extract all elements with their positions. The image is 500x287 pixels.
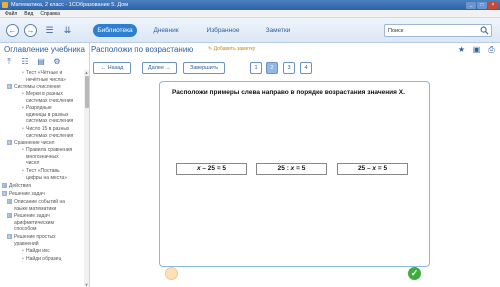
expression-card[interactable]: 25 : x = 5 bbox=[256, 163, 327, 175]
sidebar-heading: Оглавление учебника bbox=[4, 45, 85, 54]
contents-list-icon[interactable]: ☰ bbox=[44, 25, 55, 36]
print-icon[interactable]: ⎙ bbox=[487, 45, 496, 54]
task-instruction: Расположи примеры слева направо в порядк… bbox=[172, 89, 405, 96]
tab-favorites[interactable]: Избранное bbox=[201, 24, 245, 37]
note-icon: ✎ bbox=[208, 46, 213, 52]
tree-item[interactable]: ⊟ Решение задач bbox=[2, 191, 45, 198]
checkmark-icon: ✓ bbox=[410, 268, 419, 278]
page-button-2[interactable]: 2 bbox=[266, 62, 278, 74]
close-button[interactable]: × bbox=[488, 1, 498, 9]
contents-tree: • Тест «Чётные и нечётные числа» ⊟ Системы… bbox=[0, 70, 84, 287]
star-icon[interactable]: ★ bbox=[457, 45, 466, 54]
expand-icon[interactable]: ⊞ bbox=[7, 213, 12, 219]
collapse-icon[interactable]: ⊟ bbox=[7, 234, 12, 240]
tree-item[interactable]: • Найди образец bbox=[22, 256, 61, 263]
scroll-up-icon[interactable]: ▲ bbox=[84, 70, 89, 75]
search-box bbox=[384, 24, 492, 37]
right-arrow-icon: → bbox=[26, 26, 35, 35]
sidebar-scrollbar[interactable]: ▲ ▼ bbox=[84, 70, 89, 287]
tree-item[interactable]: ⊞ Действия bbox=[2, 183, 31, 190]
tree-item[interactable]: ⊟ Системы счисления bbox=[7, 84, 61, 91]
tree-item[interactable]: нечётные числа» bbox=[26, 77, 66, 84]
tree-item[interactable]: системах счисления bbox=[26, 118, 73, 125]
page-title: Расположи по возрастанию bbox=[91, 45, 194, 54]
collapse-icon[interactable]: ⊟ bbox=[7, 84, 12, 90]
page-button-3[interactable]: 3 bbox=[283, 62, 295, 74]
tree-item[interactable]: системах счисления bbox=[26, 133, 73, 140]
menu-help[interactable]: Справка bbox=[40, 11, 60, 17]
tree-item[interactable]: цифры на места» bbox=[26, 175, 67, 182]
add-note-link[interactable]: ✎ Добавить заметку bbox=[208, 46, 255, 52]
tree-item[interactable]: языке математики bbox=[14, 206, 56, 213]
sidebar: Оглавление учебника ⤒ ☷ ▤ ⚙ • Тест «Чётны… bbox=[0, 43, 90, 287]
tree-item[interactable]: чисел bbox=[26, 160, 39, 167]
check-button[interactable]: ✓ bbox=[408, 267, 421, 280]
tab-notes[interactable]: Заметки bbox=[260, 24, 296, 37]
collapse-all-icon[interactable]: ⤒ bbox=[4, 57, 14, 67]
window-controls: _ □ × bbox=[466, 1, 498, 9]
toolbar: ← → ☰ ⇊ Библиотека Дневник Избранное Зам… bbox=[0, 18, 500, 43]
tree-item[interactable]: уравнений bbox=[14, 241, 39, 248]
task-card: Расположи примеры слева направо в порядк… bbox=[159, 81, 430, 267]
sort-list-icon[interactable]: ⇊ bbox=[62, 25, 73, 36]
next-button[interactable]: Далее → bbox=[142, 62, 177, 74]
search-input[interactable] bbox=[385, 25, 475, 36]
page-button-4[interactable]: 4 bbox=[300, 62, 312, 74]
tab-library[interactable]: Библиотека bbox=[93, 24, 137, 37]
search-icon[interactable] bbox=[480, 26, 489, 35]
left-arrow-icon: ← bbox=[8, 26, 17, 35]
title-bar: Математика, 2 класс - 1СОбразование 5. Д… bbox=[0, 0, 500, 10]
menu-file[interactable]: Файл bbox=[5, 11, 17, 17]
expression-card[interactable]: 25 – x = 5 bbox=[337, 163, 408, 175]
hint-button[interactable] bbox=[165, 267, 178, 280]
forward-nav-button[interactable]: → bbox=[24, 24, 37, 37]
back-nav-button[interactable]: ← bbox=[6, 24, 19, 37]
app-icon bbox=[2, 2, 8, 8]
expand-all-icon[interactable]: ☷ bbox=[20, 57, 30, 67]
maximize-button[interactable]: □ bbox=[477, 1, 487, 9]
page-actions: ★ ▣ ⎙ bbox=[457, 45, 496, 54]
back-button[interactable]: ← Назад bbox=[93, 62, 131, 74]
tree-item[interactable]: ⊟ Сравнение чисел bbox=[7, 140, 55, 147]
main-content: Расположи по возрастанию ✎ Добавить заме… bbox=[91, 43, 500, 287]
settings-icon[interactable]: ⚙ bbox=[52, 57, 62, 67]
expression-card[interactable]: x – 25 = 5 bbox=[176, 163, 247, 175]
tree-view-icon[interactable]: ▤ bbox=[36, 57, 46, 67]
tree-item[interactable]: • Найди икс bbox=[22, 248, 50, 255]
sidebar-tools: ⤒ ☷ ▤ ⚙ bbox=[4, 57, 62, 67]
tree-item[interactable]: способом bbox=[14, 226, 36, 233]
menu-bar: Файл Вид Справка bbox=[0, 10, 500, 18]
save-icon[interactable]: ▣ bbox=[472, 45, 481, 54]
window-title: Математика, 2 класс - 1СОбразование 5. Д… bbox=[11, 2, 129, 8]
expand-icon[interactable]: ⊞ bbox=[2, 183, 7, 189]
collapse-icon[interactable]: ⊟ bbox=[2, 191, 7, 197]
menu-view[interactable]: Вид bbox=[24, 11, 33, 17]
minimize-button[interactable]: _ bbox=[466, 1, 476, 9]
scrollbar-thumb[interactable] bbox=[84, 76, 89, 108]
tab-diary[interactable]: Дневник bbox=[148, 24, 184, 37]
expand-icon[interactable]: ⊞ bbox=[7, 199, 12, 205]
page-button-1[interactable]: 1 bbox=[250, 62, 262, 74]
tree-item[interactable]: системах счисления bbox=[26, 98, 73, 105]
collapse-icon[interactable]: ⊟ bbox=[7, 140, 12, 146]
finish-button[interactable]: Завершить bbox=[183, 62, 225, 74]
scroll-down-icon[interactable]: ▼ bbox=[84, 282, 89, 287]
